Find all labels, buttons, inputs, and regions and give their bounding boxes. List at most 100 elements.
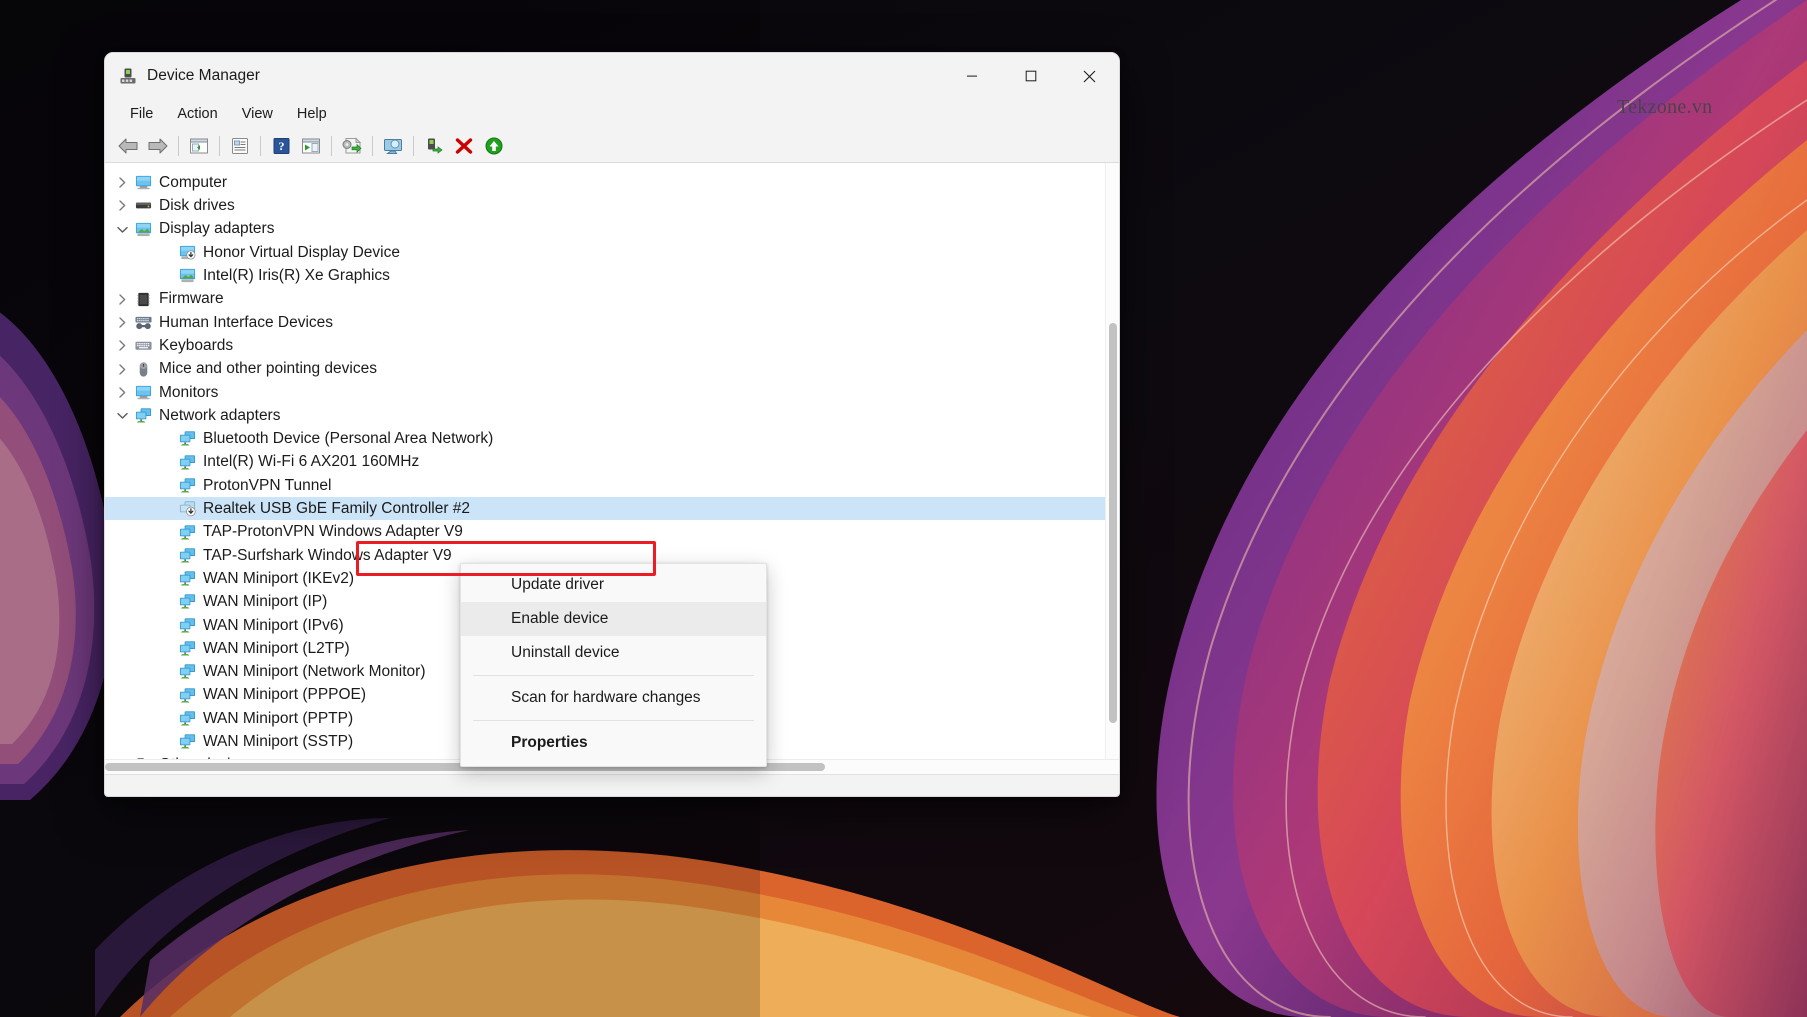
toolbar-properties-button[interactable] — [225, 132, 255, 160]
tree-row-label: WAN Miniport (PPTP) — [203, 711, 353, 727]
tree-row-label: Network adapters — [159, 408, 280, 424]
toolbar-back-button[interactable] — [113, 132, 143, 160]
context-menu-separator — [473, 720, 754, 721]
minimize-button[interactable] — [942, 53, 1001, 99]
network-adapter-icon — [177, 686, 197, 704]
minimize-icon — [966, 70, 978, 82]
menu-action[interactable]: Action — [166, 103, 228, 125]
title-bar[interactable]: Device Manager — [105, 53, 1119, 99]
menu-help[interactable]: Help — [286, 103, 338, 125]
network-adapter-icon — [177, 733, 197, 751]
tree-row-label: Computer — [159, 175, 227, 191]
enable-device-icon — [424, 137, 444, 155]
keyboard-icon — [133, 337, 153, 355]
mouse-icon — [133, 360, 153, 378]
chevron-down-icon[interactable] — [111, 411, 133, 420]
tree-row[interactable]: Firmware — [105, 287, 1119, 310]
network-adapter-icon — [177, 663, 197, 681]
menu-bar: File Action View Help — [105, 99, 1119, 129]
tree-row-label: Mice and other pointing devices — [159, 361, 377, 377]
tree-row-label: TAP-ProtonVPN Windows Adapter V9 — [203, 524, 463, 540]
disabled-display-icon — [177, 244, 197, 262]
toolbar-enable-device-button[interactable] — [419, 132, 449, 160]
tree-row-label: WAN Miniport (Network Monitor) — [203, 664, 426, 680]
tree-row-label: Intel(R) Iris(R) Xe Graphics — [203, 268, 390, 284]
monitor-icon — [133, 383, 153, 401]
disabled-network-adapter-icon — [177, 500, 197, 518]
tree-row-label: Keyboards — [159, 338, 233, 354]
tree-row[interactable]: Human Interface Devices — [105, 311, 1119, 334]
vertical-scrollbar-thumb[interactable] — [1109, 323, 1117, 723]
tree-row[interactable]: Intel(R) Wi-Fi 6 AX201 160MHz — [105, 451, 1119, 474]
caption-buttons — [942, 53, 1119, 99]
menu-view[interactable]: View — [231, 103, 284, 125]
tree-row[interactable]: Mice and other pointing devices — [105, 357, 1119, 380]
tree-row[interactable]: Disk drives — [105, 194, 1119, 217]
help-icon: ? — [272, 137, 291, 155]
tree-row-label: Display adapters — [159, 221, 274, 237]
context-menu-item[interactable]: Uninstall device — [461, 636, 766, 670]
vertical-scrollbar[interactable] — [1105, 163, 1119, 759]
status-bar — [105, 774, 1119, 796]
chevron-right-icon[interactable] — [111, 339, 133, 352]
chevron-right-icon[interactable] — [111, 386, 133, 399]
window-title: Device Manager — [147, 67, 260, 85]
properties-icon — [230, 137, 250, 155]
tree-row[interactable]: ProtonVPN Tunnel — [105, 474, 1119, 497]
tree-row[interactable]: Monitors — [105, 381, 1119, 404]
tree-row[interactable]: Honor Virtual Display Device — [105, 241, 1119, 264]
tree-row-label: WAN Miniport (IPv6) — [203, 618, 344, 634]
toolbar-separator — [413, 136, 414, 156]
tree-row[interactable]: TAP-ProtonVPN Windows Adapter V9 — [105, 520, 1119, 543]
network-adapter-icon — [177, 477, 197, 495]
toolbar-update-device-driver-button[interactable] — [479, 132, 509, 160]
toolbar-scan-hardware-button[interactable] — [337, 132, 367, 160]
toolbar-update-driver-button[interactable] — [296, 132, 326, 160]
tree-row-label: Realtek USB GbE Family Controller #2 — [203, 501, 470, 517]
toolbar-forward-button[interactable] — [143, 132, 173, 160]
tree-row[interactable]: Keyboards — [105, 334, 1119, 357]
context-menu-item[interactable]: Properties — [461, 726, 766, 760]
chevron-right-icon[interactable] — [111, 363, 133, 376]
back-icon — [117, 137, 139, 155]
tree-row-selected[interactable]: Realtek USB GbE Family Controller #2 — [105, 497, 1119, 520]
tree-row[interactable]: Computer — [105, 171, 1119, 194]
chevron-down-icon[interactable] — [111, 225, 133, 234]
tree-row-label: Intel(R) Wi-Fi 6 AX201 160MHz — [203, 454, 419, 470]
tree-row[interactable]: Bluetooth Device (Personal Area Network) — [105, 427, 1119, 450]
tree-row-label: WAN Miniport (L2TP) — [203, 641, 350, 657]
context-menu-item[interactable]: Enable device — [461, 602, 766, 636]
tree-row-label: TAP-Surfshark Windows Adapter V9 — [203, 548, 452, 564]
chevron-right-icon[interactable] — [111, 293, 133, 306]
tree-row-label: Honor Virtual Display Device — [203, 245, 400, 261]
tree-row[interactable]: Intel(R) Iris(R) Xe Graphics — [105, 264, 1119, 287]
chevron-right-icon[interactable] — [111, 316, 133, 329]
context-menu-item[interactable]: Update driver — [461, 568, 766, 602]
device-context-menu[interactable]: Update driverEnable deviceUninstall devi… — [460, 563, 767, 767]
network-adapter-icon — [177, 570, 197, 588]
close-button[interactable] — [1060, 53, 1119, 99]
tree-row-label: Human Interface Devices — [159, 315, 333, 331]
menu-file[interactable]: File — [119, 103, 164, 125]
chevron-right-icon[interactable] — [111, 176, 133, 189]
tree-row[interactable]: Display adapters — [105, 218, 1119, 241]
context-menu-separator — [473, 675, 754, 676]
hid-icon — [133, 313, 153, 331]
update-driver-icon — [301, 137, 321, 155]
maximize-button[interactable] — [1001, 53, 1060, 99]
desktop: Tekzone.vn Device Manager — [0, 0, 1807, 1017]
toolbar-uninstall-device-button[interactable] — [449, 132, 479, 160]
tree-row-label: WAN Miniport (SSTP) — [203, 734, 353, 750]
computer-icon — [133, 174, 153, 192]
context-menu-item[interactable]: Scan for hardware changes — [461, 681, 766, 715]
tree-row-label: WAN Miniport (IP) — [203, 594, 327, 610]
disk-drive-icon — [133, 197, 153, 215]
toolbar-console-tree-button[interactable] — [184, 132, 214, 160]
tree-row-label: Monitors — [159, 385, 218, 401]
chevron-right-icon[interactable] — [111, 199, 133, 212]
toolbar-show-devices-button[interactable] — [378, 132, 408, 160]
uninstall-device-icon — [454, 137, 474, 155]
tree-row[interactable]: Network adapters — [105, 404, 1119, 427]
toolbar-help-button[interactable]: ? — [266, 132, 296, 160]
tree-row-label: Firmware — [159, 291, 224, 307]
